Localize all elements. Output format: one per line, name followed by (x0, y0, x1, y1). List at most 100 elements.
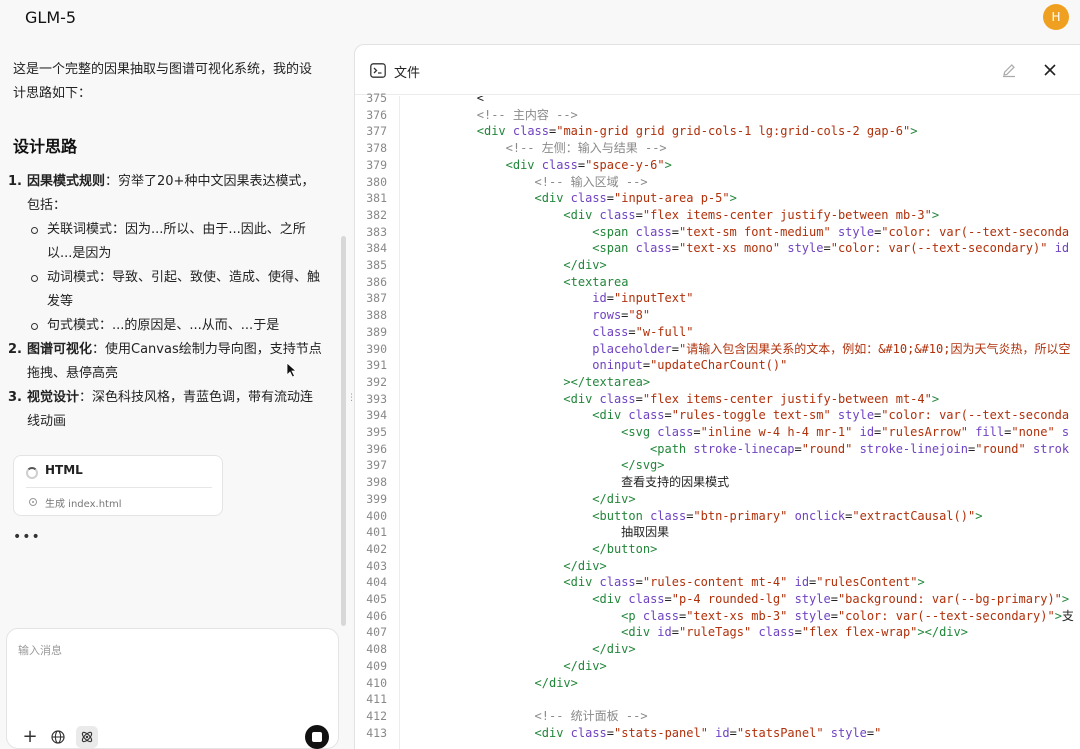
chat-transcript: 这是一个完整的因果抽取与图谱可视化系统，我的设计思路如下： 设计思路 1. 因果… (0, 40, 340, 625)
code-token: class (570, 191, 607, 206)
code-token: "none" (1011, 425, 1062, 439)
code-token: class (599, 575, 636, 590)
sub-list-item: 关联词模式：因为...所以、由于...因此、之所以...是因为 (27, 218, 323, 266)
code-line: <span class="text-xs mono" style="color:… (592, 240, 1069, 257)
line-number: 403 (366, 558, 387, 573)
code-token: <textarea (563, 274, 629, 289)
line-number: 389 (366, 324, 387, 339)
code-token: <div (592, 408, 629, 423)
line-number: 405 (366, 592, 387, 606)
line-number: 387 (366, 291, 387, 306)
code-view[interactable]: < <!-- 主内容 --> <div class="main-grid grid … (401, 96, 1080, 749)
assistant-intro-text: 这是一个完整的因果抽取与图谱可视化系统，我的设计思路如下： (13, 62, 313, 101)
code-token: <path (650, 441, 694, 456)
code-line: <svg class="inline w-4 h-4 mr-1" id="rul… (621, 424, 1069, 441)
code-token: class (635, 224, 672, 239)
resize-handle[interactable]: ⋮ (347, 394, 356, 406)
line-number: 406 (366, 608, 387, 623)
atom-icon (81, 731, 93, 743)
line-number: 380 (366, 174, 387, 189)
code-token: stroke-linecap (693, 441, 795, 456)
code-token: </div> (563, 558, 607, 573)
stop-generation-button[interactable] (305, 725, 329, 749)
line-number: 394 (366, 408, 387, 423)
code-token: class (599, 207, 636, 222)
line-number: 412 (366, 708, 387, 723)
code-token: = (830, 608, 838, 623)
code-token: = (606, 191, 614, 206)
code-token: id (657, 625, 672, 640)
code-token: <div (592, 592, 629, 606)
add-attachment-button[interactable]: + (19, 726, 41, 748)
code-token: <!-- 主内容 --> (476, 107, 578, 122)
code-line: <div class="rules-content mt-4" id="rule… (563, 574, 924, 591)
code-token: id (592, 291, 607, 306)
code-token: </svg> (621, 458, 665, 473)
code-token: style (794, 608, 831, 623)
code-line: </div> (592, 491, 635, 508)
list-item-title: 图谱可视化 (27, 342, 93, 357)
code-token: "text-xs mb-3" (686, 608, 795, 623)
top-bar: GLM-5 H (0, 0, 1080, 36)
panel-header: 文件 (355, 45, 1080, 95)
line-number: 402 (366, 541, 387, 556)
line-number: 375 (366, 91, 387, 105)
code-token: class (592, 324, 629, 339)
edit-icon[interactable] (1001, 62, 1017, 78)
web-search-button[interactable] (47, 726, 69, 748)
user-avatar[interactable]: H (1043, 4, 1069, 30)
line-number: 410 (366, 675, 387, 690)
close-icon[interactable] (1042, 62, 1058, 78)
code-token: class (650, 508, 687, 523)
code-token: <!-- 统计面板 --> (534, 708, 648, 723)
chat-scrollbar[interactable] (341, 236, 346, 626)
line-number: 381 (366, 191, 387, 206)
code-token: id (794, 575, 810, 590)
code-token: = (635, 575, 643, 590)
code-token: onclick (794, 508, 846, 523)
message-input[interactable]: 输入消息 (18, 642, 62, 658)
code-token: = (635, 207, 643, 222)
code-token: "flex flex-wrap" (801, 625, 918, 640)
code-token: "rulesArrow" (881, 425, 976, 439)
code-token: <div (505, 157, 542, 172)
code-token: style (787, 241, 824, 256)
code-line: <button class="btn-primary" onclick="ext… (592, 508, 982, 525)
code-token: rows (592, 308, 622, 323)
message-composer[interactable]: 输入消息 + (6, 628, 339, 749)
code-token: strok (1032, 441, 1070, 456)
line-number: 390 (366, 341, 387, 356)
code-token: = (693, 425, 701, 439)
line-number-gutter: 375 376 377 378 379 380 381 382 383 384 385 386 387 3… (355, 91, 400, 749)
code-token: ></div> (917, 625, 968, 640)
code-line: <div class="p-4 rounded-lg" style="backg… (592, 591, 1069, 608)
deep-think-button[interactable] (76, 726, 98, 748)
code-token: <button (592, 508, 651, 523)
code-line: </div> (535, 675, 578, 692)
code-token: "p-4 rounded-lg" (671, 592, 795, 606)
code-token: "btn-primary" (693, 508, 795, 523)
list-number: 3. (8, 390, 22, 405)
code-token: <div (476, 124, 513, 139)
code-token: <div (563, 207, 600, 222)
code-token: <div (563, 575, 600, 590)
code-token: 查看支持的因果模式 (621, 475, 730, 490)
code-token: fill (975, 425, 1005, 439)
code-token: class (599, 391, 636, 406)
line-number: 408 (366, 642, 387, 657)
code-line: <span class="text-sm font-medium" style=… (592, 224, 1069, 241)
code-token: style (794, 592, 831, 606)
code-token: > (1054, 608, 1062, 623)
artifact-card[interactable]: HTML 生成 index.html (13, 455, 223, 516)
code-line: <textarea (563, 274, 628, 291)
code-token: "space-y-6" (585, 157, 665, 172)
line-number: 377 (366, 124, 387, 139)
line-number: 398 (366, 475, 387, 490)
code-token: < (476, 96, 484, 105)
code-token: class (512, 124, 549, 139)
code-token: "w-full" (635, 324, 694, 339)
code-line: </div> (592, 641, 635, 658)
line-number: 385 (366, 258, 387, 272)
design-list: 1. 因果模式规则：穷举了20+种中文因果表达模式，包括： 关联词模式：因为..… (8, 170, 323, 434)
code-token: ></textarea> (563, 374, 651, 389)
